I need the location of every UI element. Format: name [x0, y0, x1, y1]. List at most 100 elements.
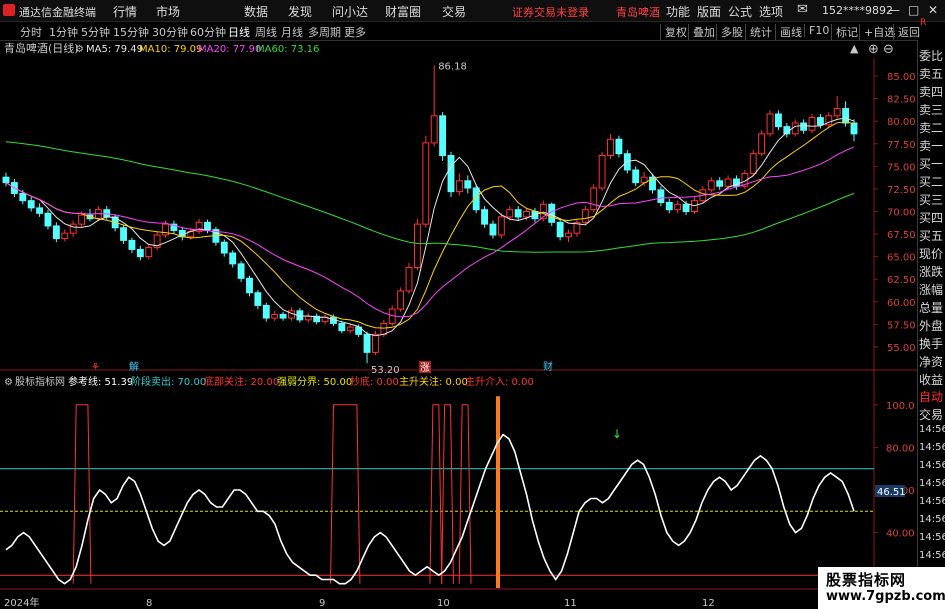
candle-body	[842, 108, 850, 124]
period-1min[interactable]: 1分钟	[49, 24, 78, 40]
candle-body	[220, 241, 228, 254]
period-toolbar: 分时 1分钟 5分钟 15分钟 30分钟 60分钟 日线 周线 月线 多周期 更…	[0, 22, 945, 41]
rc-weibi[interactable]: 委比	[919, 47, 945, 64]
rc-buy1[interactable]: 买一	[919, 155, 945, 172]
rc-sell1[interactable]: 卖一	[919, 137, 945, 154]
candle-body	[94, 209, 102, 220]
rc-outer[interactable]: 外盘	[919, 317, 945, 334]
green-arrow-icon: ↓	[612, 427, 622, 441]
candle-body	[607, 138, 614, 157]
btn-huaxian[interactable]: 画线	[775, 24, 802, 40]
candlestick-chart[interactable]	[2, 65, 858, 364]
btn-fuquan[interactable]: 复权	[660, 24, 687, 40]
candle-body	[36, 207, 44, 214]
time-row: 14:56	[919, 514, 945, 525]
period-30min[interactable]: 30分钟	[152, 24, 188, 40]
menu-caifuquan[interactable]: 财富圈	[385, 3, 421, 20]
menu-shuju[interactable]: 数据	[244, 3, 268, 20]
auto-button[interactable]: 自动	[919, 388, 945, 405]
btn-diejia[interactable]: 叠加	[688, 24, 715, 40]
period-weekly[interactable]: 周线	[255, 24, 277, 40]
candle-body	[497, 216, 505, 236]
candle-body	[707, 180, 715, 191]
rc-volume[interactable]: 总量	[919, 299, 945, 316]
rc-turnover[interactable]: 换手	[919, 335, 945, 352]
period-daily[interactable]: 日线	[228, 24, 250, 40]
zoom-out-icon[interactable]: ⊖	[883, 42, 894, 57]
event-marker-rise[interactable]: 涨	[420, 362, 430, 374]
rc-sell3[interactable]: 卖三	[919, 101, 945, 118]
ma-line-ma60	[5, 141, 855, 253]
candle-body	[833, 108, 841, 117]
btn-tongji[interactable]: 统计	[745, 24, 772, 40]
menu-faxian[interactable]: 发现	[288, 3, 312, 20]
btn-back[interactable]: 返回	[893, 24, 920, 40]
menu-jiaoyi[interactable]: 交易	[442, 3, 466, 20]
user-id[interactable]: 152****9892	[822, 4, 893, 17]
menu-hangqing[interactable]: 行情	[113, 3, 137, 20]
menu-shichang[interactable]: 市场	[156, 3, 180, 20]
event-marker-unlock[interactable]: 解	[129, 360, 139, 373]
period-15min[interactable]: 15分钟	[113, 24, 149, 40]
period-multi[interactable]: 多周期	[308, 24, 341, 40]
trade-button[interactable]: 交易	[919, 406, 945, 423]
candle-body	[523, 211, 530, 218]
menu-gongneng[interactable]: 功能	[666, 3, 690, 20]
candle-body	[380, 322, 388, 335]
candle-body	[254, 292, 262, 306]
period-fenshi[interactable]: 分时	[20, 24, 42, 40]
period-60min[interactable]: 60分钟	[190, 24, 226, 40]
zoom-icon[interactable]: ⊕	[868, 42, 879, 57]
rc-price[interactable]: 现价	[919, 245, 945, 262]
ma20-label: MA20: 77.90	[198, 44, 261, 55]
menu-wenxiaoda[interactable]: 问小达	[332, 3, 368, 20]
mail-icon[interactable]: ✉	[797, 2, 808, 17]
candle-body	[590, 187, 598, 211]
price-tick-label: 65.00	[887, 253, 916, 264]
rc-change-pct[interactable]: 涨幅	[919, 281, 945, 298]
event-marker-flower[interactable]: ⚘	[91, 362, 100, 373]
stock-tag[interactable]: 青岛啤酒	[616, 4, 660, 20]
rc-buy2[interactable]: 买二	[919, 173, 945, 190]
btn-duogu[interactable]: 多股	[716, 24, 743, 40]
indicator-chart[interactable]: ↓	[0, 396, 874, 588]
candle-body	[447, 155, 455, 193]
rc-change[interactable]: 涨跌	[919, 263, 945, 280]
low-price-label: 53.20	[371, 365, 400, 376]
candle-body	[791, 122, 799, 135]
menu-gongshi[interactable]: 公式	[728, 3, 752, 20]
candle-body	[430, 115, 438, 144]
candle-body	[61, 232, 69, 240]
rc-earnings[interactable]: 收益	[919, 371, 945, 388]
candle-body	[682, 203, 690, 213]
rc-netasset[interactable]: 净资	[919, 353, 945, 370]
rc-buy4[interactable]: 买四	[919, 209, 945, 226]
rc-sell4[interactable]: 卖四	[919, 83, 945, 100]
btn-add-favorite[interactable]: +自选	[859, 24, 895, 40]
rc-sell5[interactable]: 卖五	[919, 65, 945, 82]
close-button[interactable]: ✕	[928, 3, 938, 17]
rc-buy3[interactable]: 买三	[919, 191, 945, 208]
event-marker-finance[interactable]: 财	[543, 360, 553, 373]
indicator-gear-icon[interactable]: ⚙	[4, 377, 13, 388]
bottom-signal-pulse	[429, 404, 443, 584]
menu-xuanxiang[interactable]: 选项	[759, 3, 783, 20]
corner-marker[interactable]: R	[920, 18, 944, 38]
collapse-up-icon[interactable]: ▲	[850, 42, 859, 55]
period-5min[interactable]: 5分钟	[81, 24, 110, 40]
rc-buy5[interactable]: 买五	[919, 227, 945, 244]
period-monthly[interactable]: 月线	[281, 24, 303, 40]
indicator-title: 股标指标网	[15, 375, 65, 388]
candle-body	[69, 223, 77, 234]
maximize-button[interactable]: □	[908, 3, 919, 17]
btn-f10[interactable]: F10	[804, 24, 829, 37]
menu-banmian[interactable]: 版面	[697, 3, 721, 20]
settings-gear-icon[interactable]: ⚙	[75, 44, 84, 55]
btn-biaoji[interactable]: 标记	[831, 24, 858, 40]
rc-sell2[interactable]: 卖二	[919, 119, 945, 136]
price-tick-label: 80.00	[887, 117, 916, 128]
period-more[interactable]: 更多	[344, 24, 366, 40]
minimize-button[interactable]: —	[888, 3, 900, 17]
login-notice[interactable]: 证券交易未登录	[512, 4, 589, 20]
candle-body	[455, 180, 463, 193]
